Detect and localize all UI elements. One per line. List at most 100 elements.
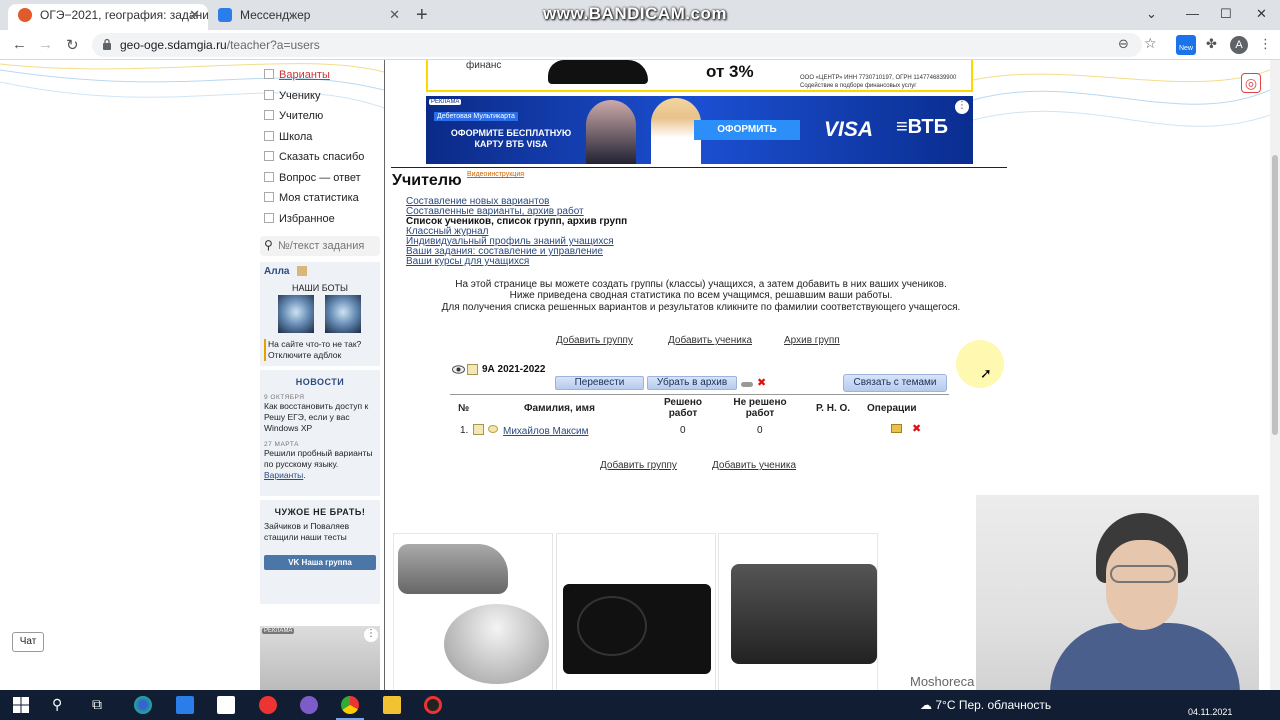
tab-oge-geography[interactable]: ОГЭ−2021, география: задания, ✕ <box>8 4 208 30</box>
news-text[interactable]: Как восстановить доступ к Решу ЕГЭ, если… <box>264 401 376 434</box>
archive-group-button[interactable]: Убрать в архив <box>647 376 737 390</box>
mixer-image <box>398 544 508 594</box>
close-window-icon[interactable]: ✕ <box>1256 6 1267 22</box>
news-link[interactable]: Варианты <box>264 470 303 480</box>
moshoreca-ad-label[interactable]: Moshoreca <box>910 674 974 689</box>
address-bar[interactable]: geo-oge.sdamgia.ru/teacher?a=users ⊖ ☆ <box>92 33 1157 57</box>
group-archive-link[interactable]: Архив групп <box>784 335 840 346</box>
reload-icon[interactable]: ↻ <box>66 36 79 54</box>
lock-icon[interactable] <box>102 38 112 50</box>
solved-count: 0 <box>680 425 686 436</box>
edit-group-icon[interactable] <box>467 364 478 375</box>
ad-menu-icon[interactable]: ⋮ <box>364 628 378 642</box>
mouse-cursor-icon: ➚ <box>980 365 992 381</box>
extensions-puzzle-icon[interactable]: ✤ <box>1206 36 1217 52</box>
folder-icon[interactable] <box>891 424 902 433</box>
vk-group-button[interactable]: VK Наша группа <box>264 555 376 570</box>
search-icon[interactable]: ⚲ <box>264 238 273 252</box>
taskbar-date[interactable]: 04.11.2021 <box>1188 707 1232 717</box>
close-tab-icon[interactable]: ✕ <box>189 4 200 26</box>
finance-ad-banner[interactable]: финанс от 3% ООО «ЦЕНТР» ИНН 7730710197,… <box>426 60 973 92</box>
back-arrow-icon[interactable]: ← <box>12 36 27 53</box>
sdamgia-favicon-icon <box>18 8 32 22</box>
webcam-overlay <box>976 495 1259 708</box>
new-tab-button[interactable]: + <box>416 4 428 27</box>
ad-cta-button[interactable]: ОФОРМИТЬ <box>694 120 800 140</box>
task-search-input[interactable] <box>278 238 376 254</box>
minimize-icon[interactable]: — <box>1186 6 1199 21</box>
file-explorer-icon[interactable] <box>383 696 401 714</box>
add-group-link-bottom[interactable]: Добавить группу <box>600 460 677 471</box>
profile-avatar[interactable]: A <box>1230 36 1248 54</box>
user-name[interactable]: Алла <box>264 266 290 277</box>
sidebar-item-teacher[interactable]: Учителю <box>263 109 383 130</box>
sidebar-item-thanks[interactable]: Сказать спасибо <box>263 150 383 171</box>
browser-tab-bar: ОГЭ−2021, география: задания, ✕ Мессендж… <box>0 0 1280 30</box>
lifebuoy-help-icon[interactable]: ◎ <box>1241 73 1261 93</box>
ad-menu-icon[interactable]: ⋮ <box>955 100 969 114</box>
bot-avatar[interactable] <box>325 295 361 333</box>
add-student-link[interactable]: Добавить ученика <box>668 335 752 346</box>
user-card-icon[interactable] <box>296 266 307 277</box>
add-group-link[interactable]: Добавить группу <box>556 335 633 346</box>
maximize-icon[interactable]: ☐ <box>1220 6 1232 22</box>
sidebar-item-faq[interactable]: Вопрос — ответ <box>263 171 383 192</box>
sidebar-item-label: Школа <box>279 130 313 143</box>
sidebar-ad[interactable]: РЕКЛАМА ⋮ <box>260 626 380 690</box>
link-topics-button[interactable]: Связать с темами <box>843 374 947 392</box>
chrome-icon[interactable] <box>341 696 359 714</box>
yandex-icon[interactable] <box>259 696 277 714</box>
sidebar-item-student[interactable]: Ученику <box>263 89 383 110</box>
task-view-icon[interactable]: ⧉ <box>92 696 110 714</box>
product-ad-egg-maker[interactable] <box>718 533 878 690</box>
bandicam-record-icon[interactable] <box>424 696 442 714</box>
sidebar-item-school[interactable]: Школа <box>263 130 383 151</box>
link-your-courses[interactable]: Ваши курсы для учащихся <box>406 257 627 267</box>
table-top-line <box>450 394 949 395</box>
eye-icon[interactable] <box>452 365 465 374</box>
sidebar-item-stats[interactable]: Моя статистика <box>263 191 383 212</box>
messenger-favicon-icon <box>218 8 232 22</box>
sidebar-item-favorites[interactable]: Избранное <box>263 212 383 233</box>
edge-icon[interactable] <box>134 696 152 714</box>
tab-messenger[interactable]: Мессенджер ✕ <box>208 4 408 30</box>
visa-logo: VISA <box>824 118 874 141</box>
chat-button[interactable]: Чат <box>12 632 44 652</box>
bots-row <box>264 295 376 335</box>
sidebar-item-variants[interactable]: Варианты <box>263 68 383 89</box>
windows-start-icon[interactable] <box>12 696 30 714</box>
taskbar-search-icon[interactable]: ⚲ <box>52 696 70 714</box>
bookmark-star-icon[interactable]: ☆ <box>1144 35 1157 52</box>
url-path: /teacher?a=users <box>226 38 320 52</box>
page-scrollbar[interactable] <box>1270 60 1280 690</box>
delete-group-icon[interactable]: ✖ <box>757 376 766 389</box>
delete-student-icon[interactable]: ✖ <box>912 422 921 435</box>
product-ad-mixer[interactable] <box>393 533 553 690</box>
student-name-link[interactable]: Михайлов Максим <box>503 426 589 437</box>
scrollbar-thumb[interactable] <box>1272 155 1278 435</box>
add-student-link-bottom[interactable]: Добавить ученика <box>712 460 796 471</box>
store-icon[interactable] <box>217 696 235 714</box>
news-date: 27 МАРТА <box>264 441 299 448</box>
adblock-note: На сайте что-то не так? Отключите адблок <box>264 339 376 361</box>
mail-icon[interactable] <box>176 696 194 714</box>
sidebar-item-label: Вопрос — ответ <box>279 171 361 184</box>
message-icon[interactable] <box>488 425 498 433</box>
unlink-icon[interactable] <box>741 382 753 387</box>
extension-new-icon[interactable]: New <box>1176 35 1196 55</box>
vtb-ad-banner[interactable]: РЕКЛАМА Дебетовая Мультикарта ОФОРМИТЕ Б… <box>426 96 973 164</box>
close-tab-icon[interactable]: ✕ <box>389 4 400 26</box>
browser-menu-icon[interactable]: ⋮ <box>1259 36 1272 52</box>
edit-student-icon[interactable] <box>473 424 484 435</box>
product-ad-induction-hob[interactable] <box>556 533 716 690</box>
transfer-button[interactable]: Перевести <box>555 376 644 390</box>
weather-widget[interactable]: ☁ 7°C Пер. облачность <box>920 698 1051 712</box>
zoom-icon[interactable]: ⊖ <box>1118 36 1129 52</box>
page-title: Учителю <box>392 172 462 189</box>
bot-avatar[interactable] <box>278 295 314 333</box>
tab-search-chevron-icon[interactable]: ⌄ <box>1146 6 1157 22</box>
video-instruction-link[interactable]: Видеоинструкция <box>467 171 524 178</box>
viber-icon[interactable] <box>300 696 318 714</box>
forward-arrow-icon[interactable]: → <box>38 36 53 53</box>
ad-finance-text: финанс <box>466 60 502 71</box>
